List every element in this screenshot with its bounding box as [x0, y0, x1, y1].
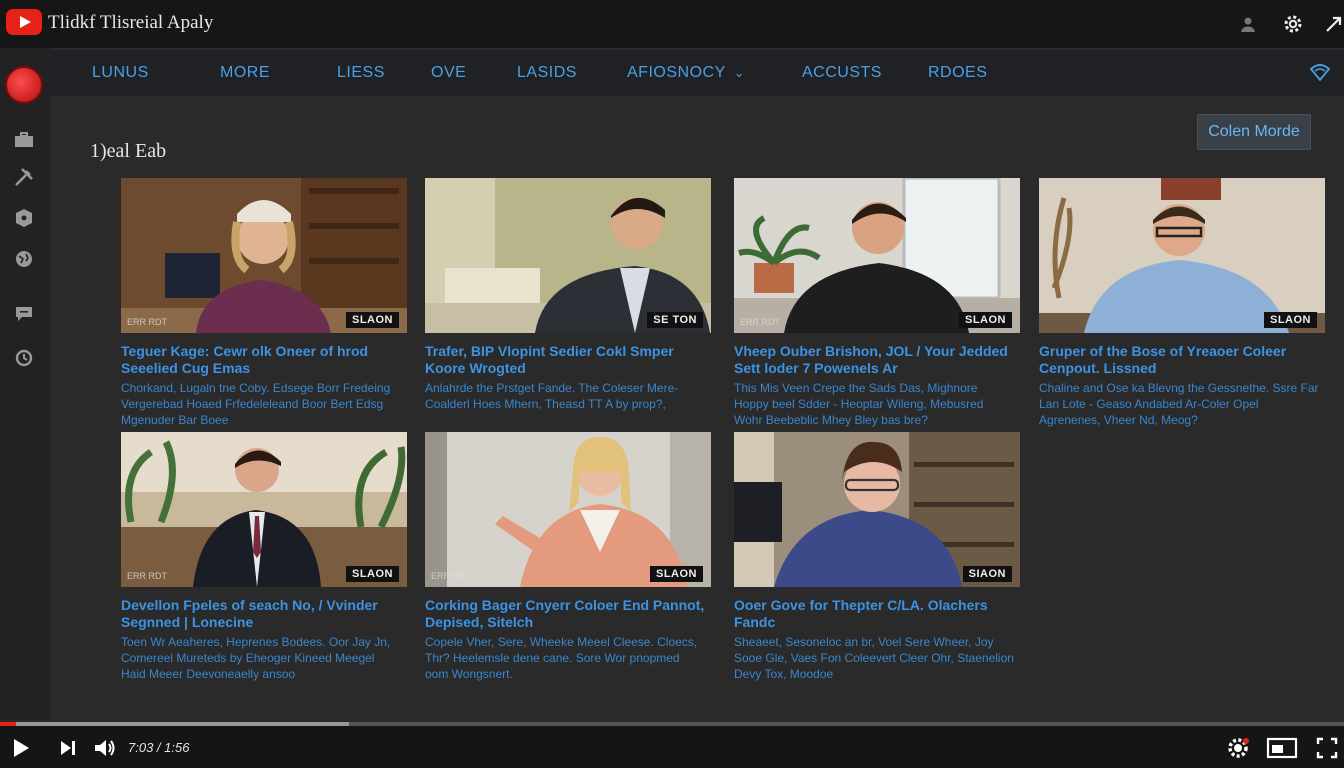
chat-icon[interactable]: [12, 302, 36, 326]
nav-item-rdoes[interactable]: RDOES: [928, 64, 987, 82]
duration-badge: SLAON: [346, 566, 399, 582]
thumbnail-tag: ERR RDT: [431, 571, 471, 581]
refresh-icon[interactable]: [12, 346, 36, 370]
video-description: Copele Vher, Sere, Wheeke Meeel Cleese. …: [425, 635, 698, 681]
video-card[interactable]: ERR RDT SLAON Teguer Kage: Cewr olk Onee…: [121, 178, 411, 428]
thumbnail-image: [121, 432, 407, 587]
nav-item-label: AFIOSNOCY: [627, 64, 726, 81]
video-title[interactable]: Corking Bager Cnyerr Coloer End Pannot, …: [425, 597, 705, 631]
nav-item-lunus[interactable]: LUNUS: [92, 64, 149, 82]
wifi-icon[interactable]: [1308, 60, 1332, 84]
thumbnail-image: [121, 178, 407, 333]
video-title[interactable]: Vheep Ouber Brishon, JOL / Your Jedded S…: [734, 343, 1014, 377]
video-title[interactable]: Devellon Fpeles of seach No, / Vvinder S…: [121, 597, 401, 631]
video-description: Toen Wr Aeaheres, Heprenes Bodees. Oor J…: [121, 635, 391, 681]
left-sidebar: [0, 48, 50, 720]
youtube-logo-icon[interactable]: [6, 9, 42, 35]
video-title[interactable]: Teguer Kage: Cewr olk Oneer of hrod Seee…: [121, 343, 401, 377]
briefcase-icon[interactable]: [12, 128, 36, 152]
thumbnail-image: [734, 432, 1020, 587]
video-card[interactable]: SIAON Ooer Gove for Thepter C/LA. Olache…: [734, 432, 1024, 682]
video-card[interactable]: SLAON Gruper of the Bose of Yreaoer Cole…: [1039, 178, 1329, 428]
thumbnail-tag: ERR RDT: [127, 571, 167, 581]
nav-item-accusts[interactable]: ACCUSTS: [802, 64, 882, 82]
fullscreen-icon[interactable]: [1314, 735, 1340, 761]
thumbnail-image: [425, 178, 711, 333]
video-description: Sheaeet, Sesoneloc an br, Voel Sere Whee…: [734, 635, 1014, 681]
nav-item-more[interactable]: MORE: [220, 64, 270, 82]
video-thumbnail[interactable]: ERR RDT SLAON: [121, 432, 407, 587]
chevron-down-icon: ⌄: [733, 65, 746, 80]
duration-badge: SLAON: [1264, 312, 1317, 328]
top-bar: Tlidkf Tlisreial Apaly: [0, 0, 1344, 48]
video-thumbnail[interactable]: SLAON: [1039, 178, 1325, 333]
play-icon[interactable]: [8, 735, 34, 761]
video-title[interactable]: Trafer, BIP Vlopint Sedier Cokl Smper Ko…: [425, 343, 705, 377]
thumbnail-tag: ERR RDT: [127, 317, 167, 327]
channel-avatar[interactable]: [5, 66, 43, 104]
badge-icon[interactable]: [12, 206, 36, 230]
video-card[interactable]: SE TON Trafer, BIP Vlopint Sedier Cokl S…: [425, 178, 715, 412]
video-thumbnail[interactable]: ERR RDT SLAON: [425, 432, 711, 587]
nav-item-ove[interactable]: OVE: [431, 64, 466, 82]
video-thumbnail[interactable]: SE TON: [425, 178, 711, 333]
video-card[interactable]: ERR RDT SLAON Vheep Ouber Brishon, JOL /…: [734, 178, 1024, 428]
action-button[interactable]: Colen Morde: [1197, 114, 1311, 150]
category-nav: LUNUS MORE LIESS OVE LASIDS AFIOSNOCY ⌄ A…: [50, 50, 1344, 96]
globe-icon[interactable]: [12, 247, 36, 271]
duration-badge: SE TON: [647, 312, 703, 328]
settings-gear-icon[interactable]: [1225, 735, 1251, 761]
video-title[interactable]: Ooer Gove for Thepter C/LA. Olachers Fan…: [734, 597, 1014, 631]
video-title[interactable]: Gruper of the Bose of Yreaoer Coleer Cen…: [1039, 343, 1319, 377]
video-description: Anlahrde the Prstget Fande. The Coleser …: [425, 381, 679, 411]
duration-badge: SLAON: [346, 312, 399, 328]
time-display: 7:03 / 1:56: [128, 740, 190, 755]
video-card[interactable]: ERR RDT SLAON Corking Bager Cnyerr Coloe…: [425, 432, 715, 682]
video-thumbnail[interactable]: ERR RDT SLAON: [121, 178, 407, 333]
share-arrow-icon[interactable]: [1322, 12, 1344, 36]
thumbnail-image: [1039, 178, 1325, 333]
player-controls: 7:03 / 1:56: [0, 726, 1344, 768]
volume-icon[interactable]: [92, 735, 118, 761]
section-title: 1)eal Eab: [90, 140, 167, 162]
thumbnail-image: [425, 432, 711, 587]
duration-badge: SLAON: [959, 312, 1012, 328]
video-card[interactable]: ERR RDT SLAON Devellon Fpeles of seach N…: [121, 432, 411, 682]
video-description: This Mis Veen Crepe the Sads Das, Mighno…: [734, 381, 984, 427]
nav-item-afiosnocy[interactable]: AFIOSNOCY ⌄: [627, 64, 745, 82]
thumbnail-tag: ERR RDT: [740, 317, 780, 327]
video-description: Chaline and Ose ka Blevng the Gessnethe.…: [1039, 381, 1319, 427]
duration-badge: SIAON: [962, 566, 1012, 582]
duration-badge: SLAON: [650, 566, 703, 582]
tools-icon[interactable]: [12, 165, 36, 189]
nav-item-lasids[interactable]: LASIDS: [517, 64, 577, 82]
app-window: Tlidkf Tlisreial Apaly LUNUS MORE LIESS …: [0, 0, 1344, 768]
settings-icon[interactable]: [1281, 12, 1305, 36]
next-icon[interactable]: [55, 735, 81, 761]
app-title: Tlidkf Tlisreial Apaly: [48, 12, 214, 33]
video-thumbnail[interactable]: SIAON: [734, 432, 1020, 587]
user-icon[interactable]: [1236, 12, 1260, 36]
thumbnail-image: [734, 178, 1020, 333]
video-description: Chorkand, Lugaln tne Coby. Edsege Borr F…: [121, 381, 391, 427]
miniplayer-icon[interactable]: [1266, 735, 1298, 761]
video-thumbnail[interactable]: ERR RDT SLAON: [734, 178, 1020, 333]
nav-item-liess[interactable]: LIESS: [337, 64, 385, 82]
